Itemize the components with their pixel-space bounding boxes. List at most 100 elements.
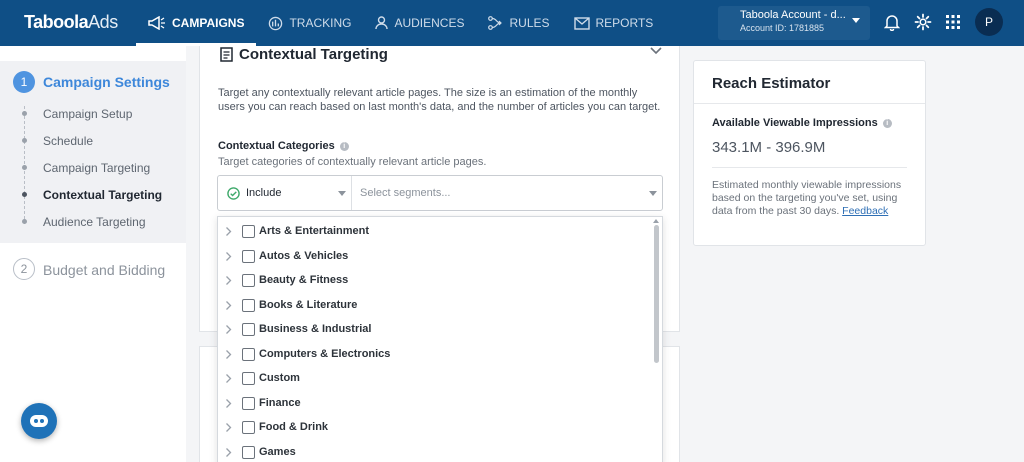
nav-rules[interactable]: RULES (476, 0, 561, 46)
account-name: Taboola Account - d... (740, 9, 846, 21)
list-item-label: Autos & Vehicles (259, 250, 349, 262)
reach-estimator-title: Reach Estimator (712, 75, 831, 92)
sidebar-item-campaign-targeting[interactable]: Campaign Targeting (43, 161, 150, 175)
tracking-icon (269, 16, 283, 30)
step-dot (22, 138, 27, 143)
chevron-right-icon[interactable] (225, 447, 232, 458)
reach-estimator-panel: Reach Estimator Available Viewable Impre… (693, 60, 926, 246)
card-header: Contextual Targeting (220, 46, 388, 63)
step-dot-active (22, 192, 27, 197)
list-item[interactable]: Autos & Vehicles (218, 245, 648, 269)
nav-reports[interactable]: REPORTS (562, 0, 666, 46)
list-item[interactable]: Books & Literature (218, 294, 648, 318)
checkbox[interactable] (242, 250, 255, 263)
chevron-right-icon[interactable] (225, 226, 232, 237)
contextual-categories-label: Contextual Categories i (218, 140, 349, 152)
step-dot (22, 111, 27, 116)
available-impressions-text: Available Viewable Impressions (712, 117, 878, 129)
nav-tracking-label: TRACKING (289, 16, 352, 30)
taboola-ads-logo[interactable]: TaboolaAds (24, 12, 118, 33)
list-item[interactable]: Games (218, 441, 648, 462)
chevron-right-icon[interactable] (225, 300, 232, 311)
mail-icon (573, 16, 590, 30)
account-switcher[interactable]: Taboola Account - d... Account ID: 17818… (718, 6, 870, 40)
list-item[interactable]: Computers & Electronics (218, 343, 648, 367)
nav-rules-label: RULES (509, 16, 550, 30)
checkbox[interactable] (242, 348, 255, 361)
step-number-2: 2 (13, 258, 35, 280)
list-item[interactable]: Custom (218, 367, 648, 391)
nav-campaigns-label: CAMPAIGNS (172, 16, 245, 30)
include-dropdown[interactable]: Include (218, 176, 352, 210)
chevron-right-icon[interactable] (225, 373, 232, 384)
checkbox[interactable] (242, 397, 255, 410)
segment-selector: Include (217, 175, 663, 211)
list-item[interactable]: Business & Industrial (218, 318, 648, 342)
divider (712, 167, 907, 168)
step-dot (22, 165, 27, 170)
checkbox[interactable] (242, 421, 255, 434)
info-icon[interactable]: i (882, 118, 892, 128)
chevron-right-icon[interactable] (225, 251, 232, 262)
top-navigation-bar: TaboolaAds CAMPAIGNS TRACKING AUDIENCES … (0, 0, 1024, 46)
check-circle-icon (227, 186, 240, 200)
gear-icon[interactable] (914, 13, 932, 31)
nav-audiences[interactable]: AUDIENCES (363, 0, 476, 46)
list-item[interactable]: Beauty & Fitness (218, 269, 648, 293)
caret-down-icon[interactable] (649, 191, 657, 196)
chevron-right-icon[interactable] (225, 422, 232, 433)
checkbox[interactable] (242, 225, 255, 238)
step-campaign-settings[interactable]: Campaign Settings (43, 74, 170, 90)
document-icon (220, 47, 233, 62)
list-item-label: Books & Literature (259, 299, 358, 311)
list-item-label: Computers & Electronics (259, 348, 391, 360)
step-number-1: 1 (13, 71, 35, 93)
step-dot (22, 219, 27, 224)
step-budget-and-bidding[interactable]: Budget and Bidding (43, 262, 165, 278)
steps-sidebar: 1 Campaign Settings Campaign Setup Sched… (0, 46, 186, 462)
list-item-label: Custom (259, 372, 300, 384)
divider (694, 103, 925, 104)
segments-dropdown-list: Arts & Entertainment Autos & Vehicles Be… (217, 216, 663, 462)
sidebar-item-audience-targeting[interactable]: Audience Targeting (43, 215, 146, 229)
impressions-range: 343.1M - 396.9M (712, 139, 826, 156)
user-avatar[interactable]: P (975, 8, 1003, 36)
list-item-label: Finance (259, 397, 301, 409)
sidebar-item-contextual-targeting[interactable]: Contextual Targeting (43, 188, 162, 202)
select-segments-input[interactable] (353, 176, 662, 210)
nav-tracking[interactable]: TRACKING (256, 0, 363, 46)
apps-grid-icon[interactable] (946, 15, 960, 29)
list-item-label: Games (259, 446, 296, 458)
checkbox[interactable] (242, 446, 255, 459)
checkbox[interactable] (242, 299, 255, 312)
feedback-link[interactable]: Feedback (842, 205, 888, 217)
list-item-label: Food & Drink (259, 421, 329, 433)
nav-reports-label: REPORTS (595, 16, 654, 30)
chat-bot-button[interactable] (21, 403, 57, 439)
list-item[interactable]: Finance (218, 392, 648, 416)
chevron-right-icon[interactable] (225, 324, 232, 335)
chevron-right-icon[interactable] (225, 398, 232, 409)
caret-down-icon (852, 18, 860, 23)
scroll-up-arrow[interactable] (653, 219, 659, 223)
dropdown-scrollbar[interactable] (654, 225, 659, 363)
include-label: Include (246, 187, 282, 199)
megaphone-icon (148, 16, 165, 30)
sidebar-item-campaign-setup[interactable]: Campaign Setup (43, 107, 132, 121)
card-title: Contextual Targeting (239, 46, 388, 63)
list-item[interactable]: Arts & Entertainment (218, 220, 648, 244)
checkbox[interactable] (242, 274, 255, 287)
chevron-down-icon[interactable] (649, 46, 663, 56)
sidebar-item-schedule[interactable]: Schedule (43, 134, 93, 148)
person-icon (375, 16, 389, 30)
nav-campaigns[interactable]: CAMPAIGNS (136, 0, 257, 46)
list-item-label: Business & Industrial (259, 323, 372, 335)
logo-main: Taboola (24, 12, 89, 32)
checkbox[interactable] (242, 323, 255, 336)
info-icon[interactable]: i (339, 141, 349, 151)
checkbox[interactable] (242, 372, 255, 385)
bell-icon[interactable] (884, 13, 900, 31)
chevron-right-icon[interactable] (225, 349, 232, 360)
chevron-right-icon[interactable] (225, 275, 232, 286)
list-item[interactable]: Food & Drink (218, 416, 648, 440)
